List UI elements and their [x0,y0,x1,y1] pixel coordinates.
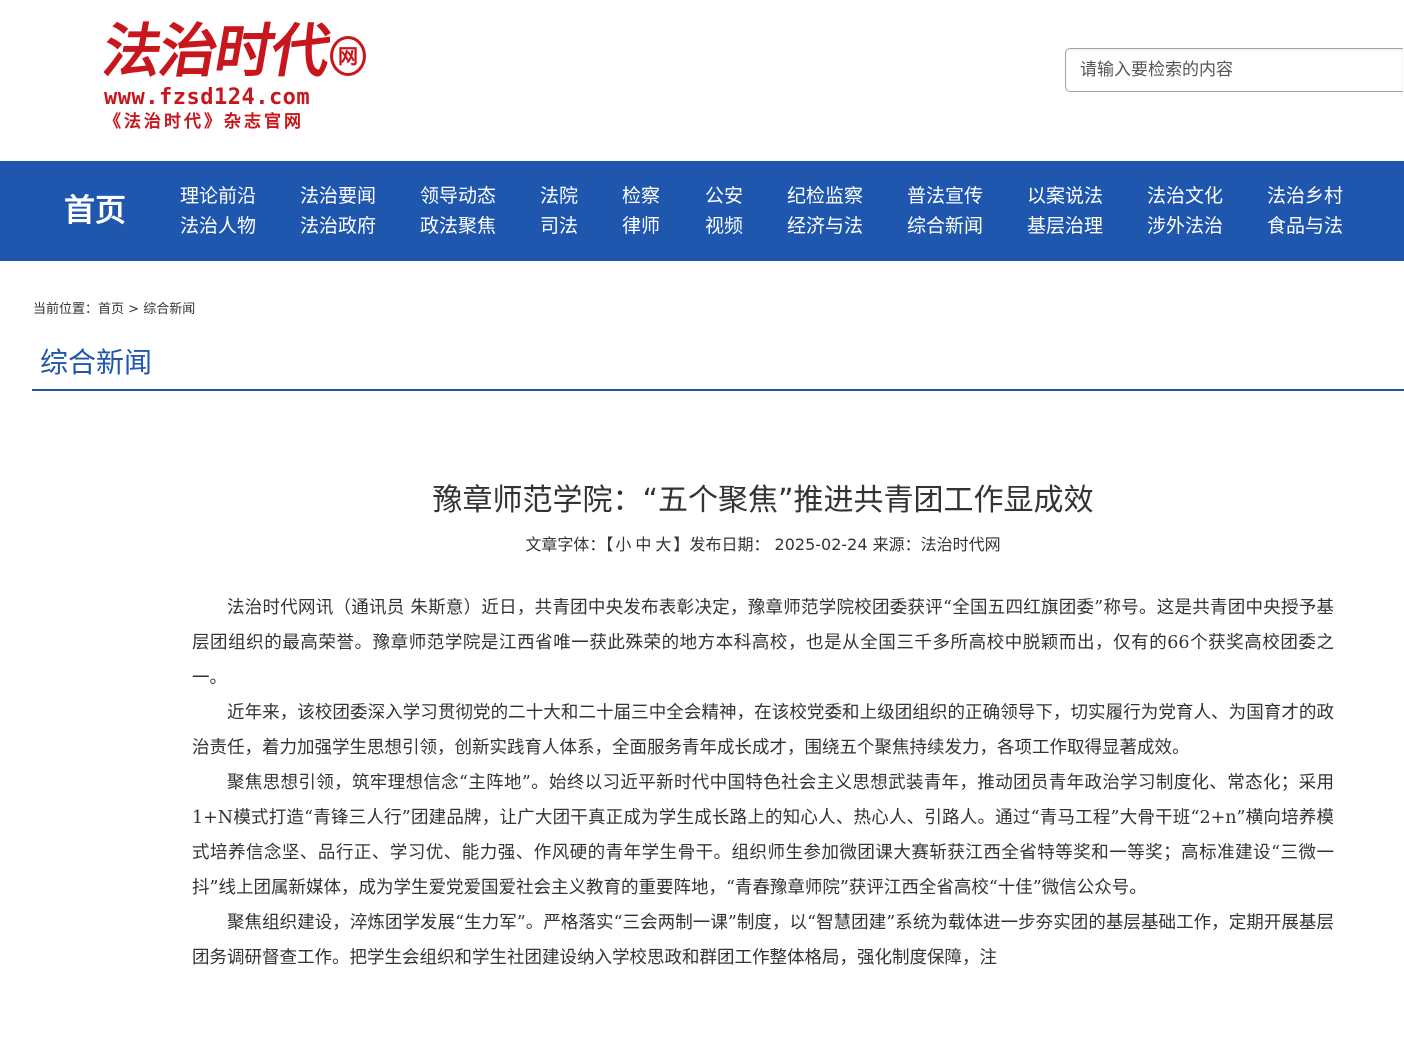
article-paragraph: 聚焦组织建设，淬炼团学发展“生力军”。严格落实“三会两制一课”制度，以“智慧团建… [192,913,1334,968]
nav-link[interactable]: 法院 [540,181,578,211]
breadcrumb-current[interactable]: 综合新闻 [143,302,195,317]
site-logo[interactable]: 法治时代 网 www.fzsd124.com 《法治时代》杂志官网 [98,17,366,138]
nav-column: 法治文化 涉外法治 [1147,181,1223,241]
nav-column: 以案说法 基层治理 [1027,181,1103,241]
article-title: 豫章师范学院：“五个聚焦”推进共青团工作显成效 [432,483,1094,518]
site-header: 法治时代 网 www.fzsd124.com 《法治时代》杂志官网 [0,0,1404,161]
nav-link[interactable]: 法治政府 [300,211,376,241]
nav-link[interactable]: 公安 [705,181,743,211]
nav-column: 理论前沿 法治人物 [180,181,256,241]
nav-link[interactable]: 食品与法 [1267,211,1343,241]
nav-column: 纪检监察 经济与法 [787,181,863,241]
search-box [1065,48,1403,92]
nav-column: 检察 律师 [622,181,660,241]
nav-link[interactable]: 法治要闻 [300,181,376,211]
nav-link[interactable]: 律师 [622,211,660,241]
nav-link[interactable]: 普法宣传 [907,181,983,211]
article-meta: 文章字体：【小中大】发布日期： 2025-02-24 来源：法治时代网 [192,533,1334,557]
nav-link[interactable]: 理论前沿 [180,181,256,211]
nav-link[interactable]: 以案说法 [1027,181,1103,211]
section-divider [32,389,1404,391]
article-paragraph: 聚焦思想引领，筑牢理想信念“主阵地”。始终以习近平新时代中国特色社会主义思想武装… [192,773,1334,898]
nav-link[interactable]: 法治人物 [180,211,256,241]
bracket-close: 】 [673,535,690,554]
source-name: 法治时代网 [920,535,1001,554]
nav-link[interactable]: 领导动态 [420,181,496,211]
nav-link[interactable]: 经济与法 [787,211,863,241]
article-paragraph: 近年来，该校团委深入学习贯彻党的二十大和二十届三中全会精神，在该校党委和上级团组… [192,703,1334,758]
nav-column: 普法宣传 综合新闻 [907,181,983,241]
nav-link[interactable]: 法治乡村 [1267,181,1343,211]
article-paragraph: 法治时代网讯（通讯员 朱斯意）近日，共青团中央发布表彰决定，豫章师范学院校团委获… [192,598,1334,688]
nav-link[interactable]: 政法聚焦 [420,211,496,241]
nav-link[interactable]: 基层治理 [1027,211,1103,241]
search-input[interactable] [1078,48,1403,92]
nav-column: 法治要闻 法治政府 [300,181,376,241]
logo-title-row: 法治时代 网 [98,17,366,85]
breadcrumb-separator: > [124,302,144,317]
nav-link[interactable]: 涉外法治 [1147,211,1223,241]
nav-column: 法院 司法 [540,181,578,241]
nav-link[interactable]: 纪检监察 [787,181,863,211]
breadcrumb: 当前位置：首页 > 综合新闻 [33,300,195,320]
nav-link[interactable]: 法治文化 [1147,181,1223,211]
source-label: 来源： [872,535,921,554]
font-size-small-button[interactable]: 小 [613,535,633,554]
nav-link[interactable]: 视频 [705,211,743,241]
breadcrumb-home[interactable]: 首页 [98,302,124,317]
nav-column: 公安 视频 [705,181,743,241]
logo-url: www.fzsd124.com [104,85,311,110]
nav-link[interactable]: 综合新闻 [907,211,983,241]
nav-link[interactable]: 司法 [540,211,578,241]
nav-home[interactable]: 首页 [64,189,126,233]
logo-badge: 网 [330,36,366,76]
logo-title: 法治时代 [98,17,335,85]
article-body: 法治时代网讯（通讯员 朱斯意）近日，共青团中央发布表彰决定，豫章师范学院校团委获… [192,591,1334,976]
nav-link[interactable]: 检察 [622,181,660,211]
section-title: 综合新闻 [40,346,153,379]
breadcrumb-prefix: 当前位置： [33,302,99,317]
font-size-medium-button[interactable]: 中 [633,535,653,554]
date-label: 发布日期： [689,535,770,554]
nav-column: 领导动态 政法聚焦 [420,181,496,241]
publish-date: 2025-02-24 [774,535,868,554]
nav-column: 法治乡村 食品与法 [1267,181,1343,241]
logo-subtitle: 《法治时代》杂志官网 [104,112,304,132]
main-nav: 首页 理论前沿 法治人物 法治要闻 法治政府 领导动态 政法聚焦 法院 司法 检… [0,161,1404,261]
font-size-label: 文章字体： [525,535,606,554]
font-size-large-button[interactable]: 大 [653,535,673,554]
